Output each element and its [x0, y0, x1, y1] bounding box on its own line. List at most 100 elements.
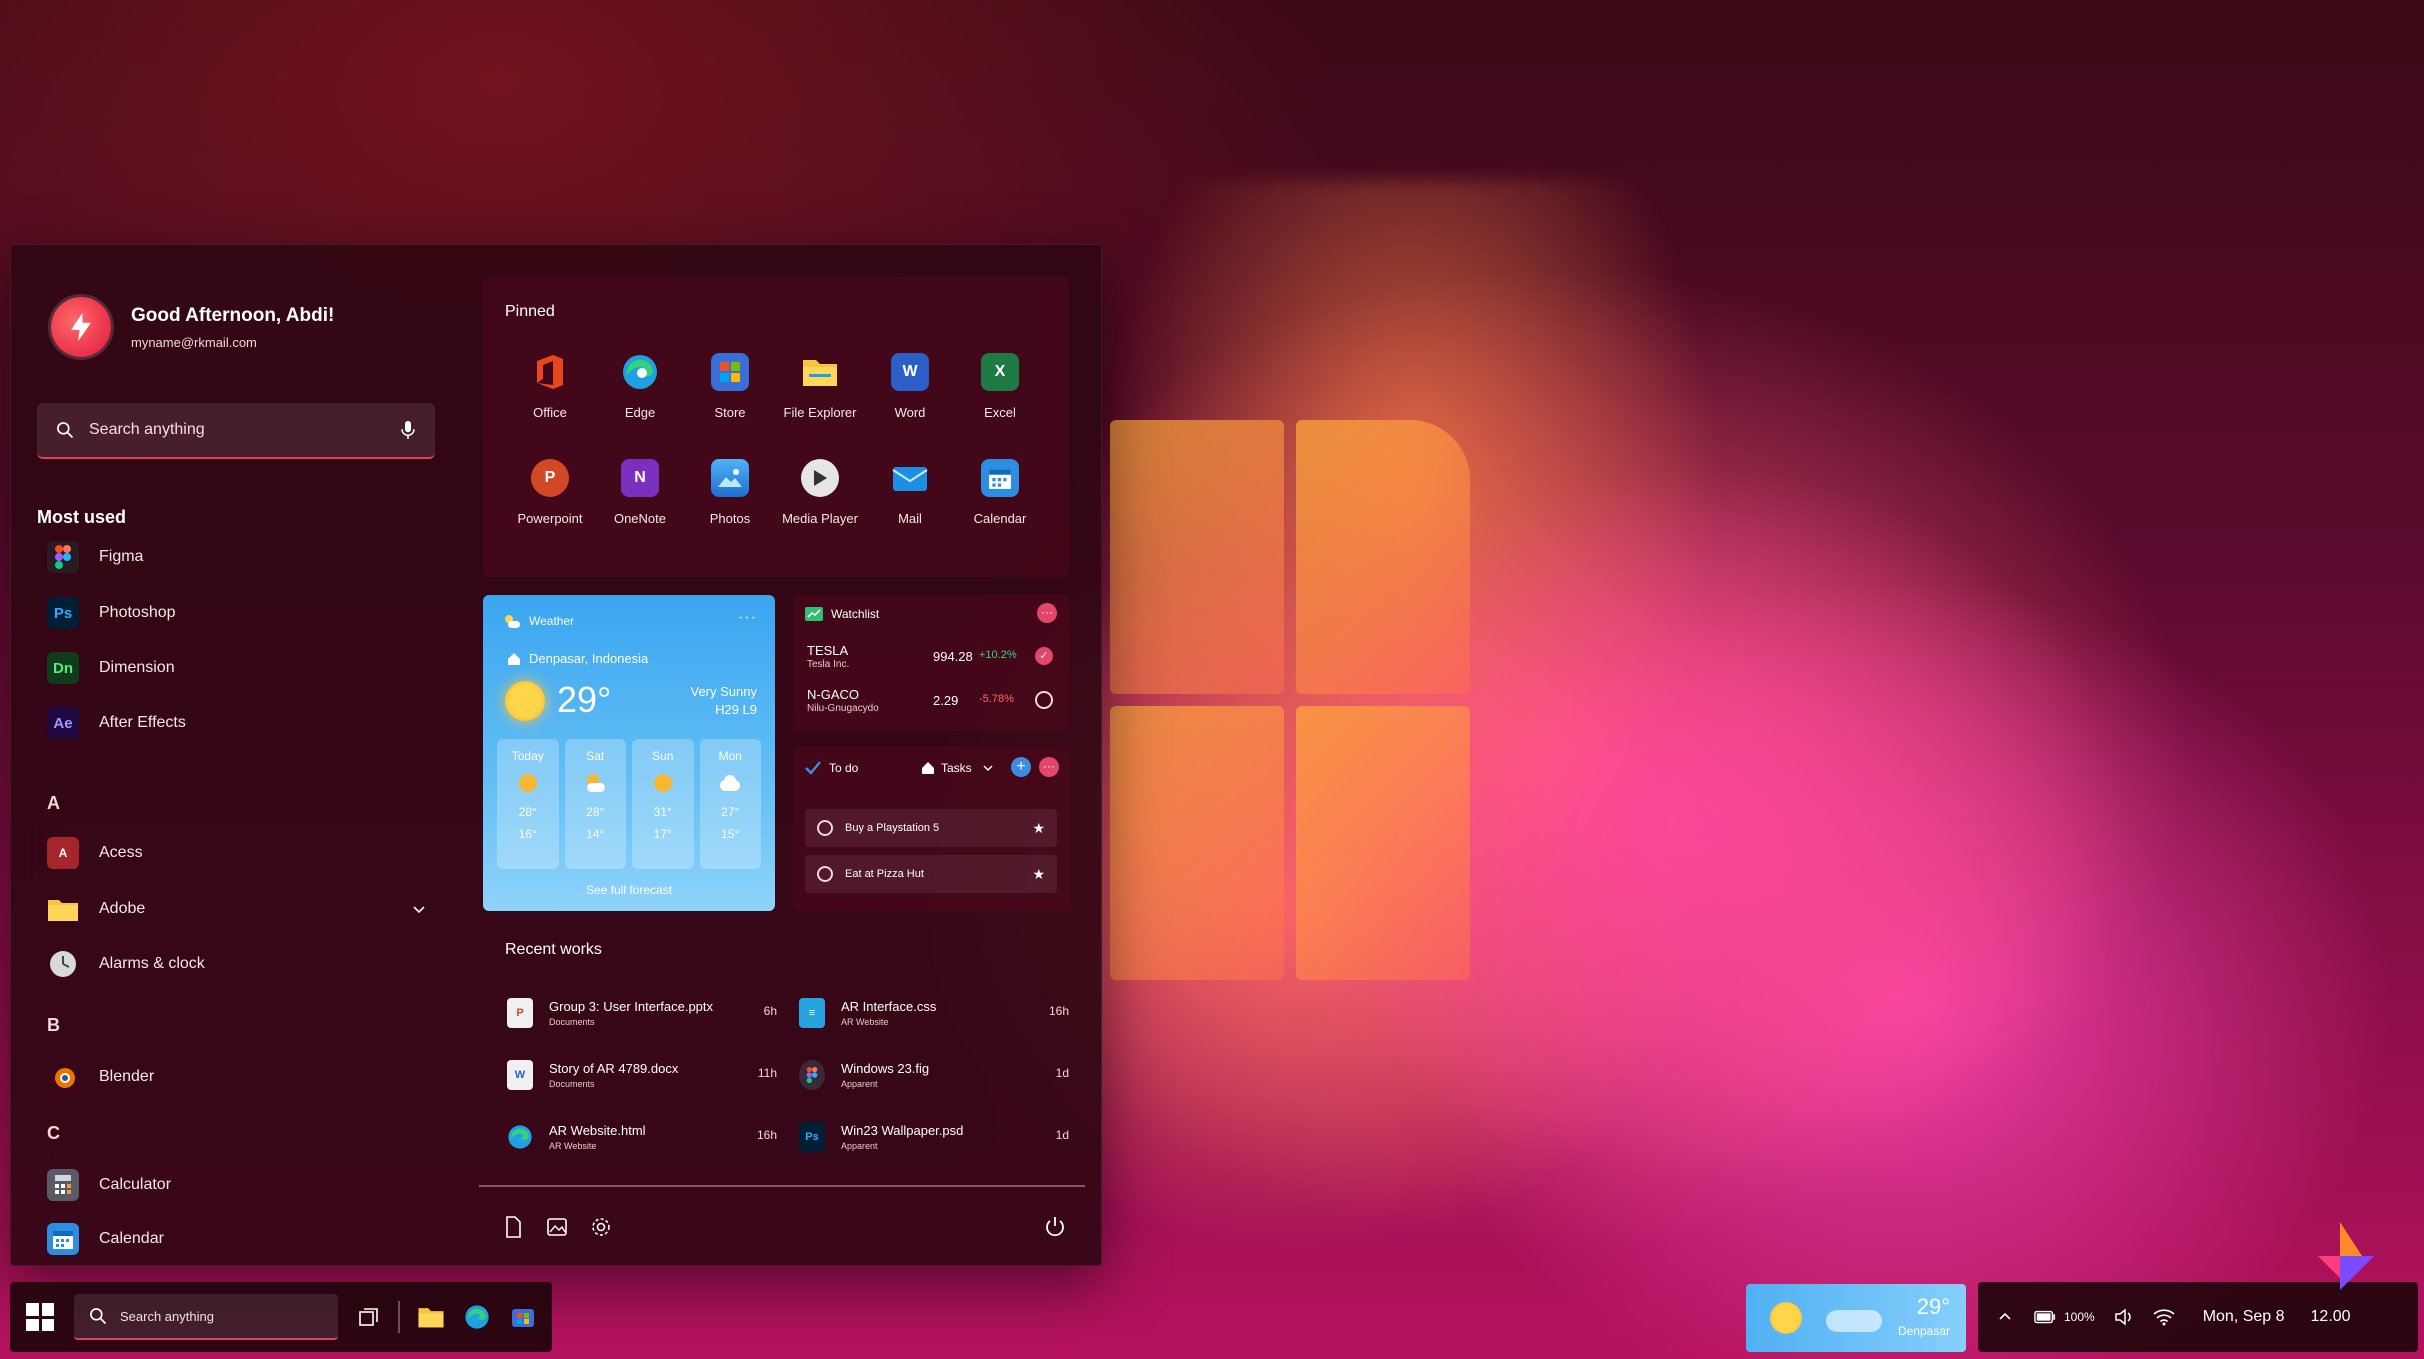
battery-icon[interactable] [2034, 1306, 2056, 1328]
todo-widget[interactable]: To do Tasks + ··· Buy a Playstation 5 ★ … [793, 747, 1069, 911]
word-file-icon: W [507, 1060, 533, 1090]
photoshop-icon: Ps [47, 597, 79, 629]
recent-item[interactable]: Ps Win23 Wallpaper.psd Apparent 1d [799, 1113, 1069, 1161]
more-options-icon[interactable]: ··· [738, 609, 757, 627]
see-full-forecast-link[interactable]: See full forecast [483, 883, 775, 897]
task-item[interactable]: Buy a Playstation 5 ★ [805, 809, 1057, 847]
recent-name: AR Website.html [549, 1123, 646, 1138]
recent-item[interactable]: P Group 3: User Interface.pptx Documents … [507, 989, 777, 1037]
app-label: Adobe [99, 900, 146, 917]
task-checkbox[interactable] [817, 820, 833, 836]
stock-change: -5.78% [979, 693, 1014, 705]
settings-gear-icon[interactable] [589, 1215, 613, 1239]
most-used-item-dimension[interactable]: Dn Dimension [47, 646, 427, 690]
forecast-row: Today 28° 16° Sat 28° 14° Sun 31° 17° Mo… [497, 739, 761, 869]
stock-name: N-GACO [807, 687, 859, 702]
folder-icon [47, 893, 79, 925]
taskbar-weather-temp: 29° [1916, 1294, 1950, 1319]
pinned-mail[interactable]: Mail [865, 459, 955, 549]
search-input[interactable]: Search anything [37, 403, 435, 459]
app-label: After Effects [99, 714, 186, 731]
user-profile[interactable]: Good Afternoon, Abdi! myname@rkmail.com [51, 297, 334, 357]
recent-item[interactable]: ≡ AR Interface.css AR Website 16h [799, 989, 1069, 1037]
check-icon[interactable]: ✓ [1035, 647, 1053, 665]
stock-row[interactable]: N-GACO Nilu-Gnugacydo 2.29 -5.78% [807, 687, 1057, 727]
clock-icon [47, 948, 79, 980]
pin-label: Media Player [782, 511, 858, 526]
pinned-store[interactable]: Store [685, 353, 775, 443]
volume-icon[interactable] [2113, 1306, 2135, 1328]
forecast-low: 14° [586, 827, 605, 841]
task-list-selector[interactable]: Tasks [921, 761, 994, 775]
recent-item[interactable]: W Story of AR 4789.docx Documents 11h [507, 1051, 777, 1099]
more-options-icon[interactable]: ··· [1037, 603, 1057, 623]
pinned-edge[interactable]: Edge [595, 353, 685, 443]
app-item-calendar[interactable]: Calendar [47, 1217, 427, 1261]
pinned-office[interactable]: Office [505, 353, 595, 443]
app-item-access[interactable]: A Acess [47, 831, 427, 875]
circle-icon[interactable] [1035, 691, 1053, 709]
documents-icon[interactable] [501, 1215, 525, 1239]
taskbar-time[interactable]: 12.00 [2311, 1308, 2351, 1326]
chart-icon [805, 607, 823, 621]
more-options-icon[interactable]: ··· [1039, 757, 1059, 777]
weather-widget[interactable]: Weather ··· Denpasar, Indonesia 29° Very… [483, 595, 775, 911]
avatar[interactable] [51, 297, 111, 357]
power-icon[interactable] [1043, 1215, 1067, 1239]
app-item-calculator[interactable]: Calculator [47, 1163, 427, 1207]
task-item[interactable]: Eat at Pizza Hut ★ [805, 855, 1057, 893]
pinned-calendar[interactable]: Calendar [955, 459, 1045, 549]
greeting: Good Afternoon, Abdi! [131, 304, 335, 326]
stock-company: Nilu-Gnugacydo [807, 703, 879, 714]
taskbar-search-input[interactable]: Search anything [74, 1294, 338, 1340]
add-task-button[interactable]: + [1011, 757, 1031, 777]
chevron-up-icon[interactable] [1994, 1306, 2016, 1328]
pinned-media-player[interactable]: Media Player [775, 459, 865, 549]
pinned-excel[interactable]: X Excel [955, 353, 1045, 443]
watchlist-widget[interactable]: Watchlist ··· TESLA Tesla Inc. 994.28 +1… [793, 595, 1069, 731]
search-icon [90, 1308, 107, 1325]
task-view-icon[interactable] [354, 1302, 384, 1332]
task-checkbox[interactable] [817, 866, 833, 882]
pin-label: Calendar [973, 511, 1027, 526]
store-icon[interactable] [508, 1302, 538, 1332]
wifi-icon[interactable] [2153, 1306, 2175, 1328]
recent-item[interactable]: Windows 23.fig Apparent 1d [799, 1051, 1069, 1099]
star-icon[interactable]: ★ [1032, 866, 1045, 883]
pinned-onenote[interactable]: N OneNote [595, 459, 685, 549]
most-used-item-after-effects[interactable]: Ae After Effects [47, 701, 427, 745]
pinned-panel: Pinned Office Edge Store File Explorer W… [483, 277, 1069, 577]
edge-file-icon [507, 1122, 533, 1152]
onenote-icon: N [621, 459, 659, 497]
most-used-item-photoshop[interactable]: Ps Photoshop [47, 591, 427, 635]
search-icon [57, 422, 74, 439]
pinned-powerpoint[interactable]: P Powerpoint [505, 459, 595, 549]
file-explorer-icon[interactable] [416, 1302, 446, 1332]
stock-row[interactable]: TESLA Tesla Inc. 994.28 +10.2% ✓ [807, 643, 1057, 683]
pictures-icon[interactable] [545, 1215, 569, 1239]
app-item-blender[interactable]: Blender [47, 1055, 427, 1099]
pinned-file-explorer[interactable]: File Explorer [775, 353, 865, 443]
pin-label: Word [894, 405, 926, 420]
recent-location: Documents [549, 1079, 595, 1089]
weather-temp: 29° [557, 679, 612, 720]
pinned-photos[interactable]: Photos [685, 459, 775, 549]
app-item-alarms-clock[interactable]: Alarms & clock [47, 942, 427, 986]
edge-icon[interactable] [462, 1302, 492, 1332]
pinned-word[interactable]: W Word [865, 353, 955, 443]
recent-time: 16h [756, 1128, 777, 1142]
sun-icon [653, 774, 672, 792]
app-item-adobe-folder[interactable]: Adobe [47, 887, 427, 931]
taskbar-weather[interactable]: 29° Denpasar [1746, 1284, 1966, 1352]
start-button[interactable] [26, 1303, 54, 1331]
todo-title: To do [829, 761, 859, 775]
chevron-down-icon[interactable] [411, 901, 427, 917]
star-icon[interactable]: ★ [1032, 820, 1045, 837]
recent-location: Apparent [841, 1079, 878, 1089]
file-explorer-icon [801, 353, 839, 391]
weather-location: Denpasar, Indonesia [529, 651, 649, 666]
taskbar-date[interactable]: Mon, Sep 8 [2203, 1308, 2285, 1326]
microphone-icon[interactable] [399, 419, 417, 441]
recent-item[interactable]: AR Website.html AR Website 16h [507, 1113, 777, 1161]
most-used-item-figma[interactable]: Figma [47, 535, 427, 579]
